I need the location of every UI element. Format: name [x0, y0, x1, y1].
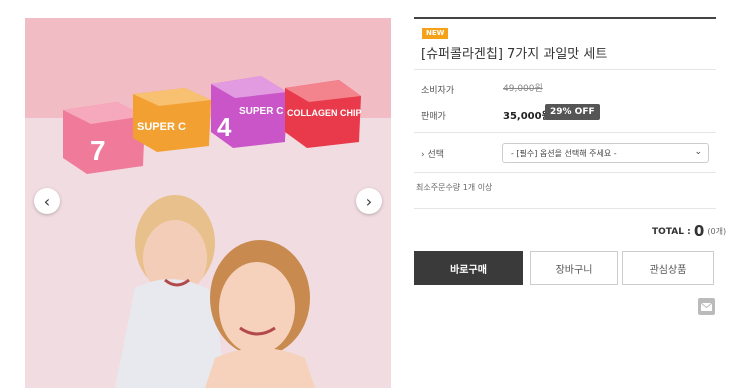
mail-icon: [701, 302, 712, 311]
total-price: TOTAL : 0 (0개): [652, 222, 726, 240]
min-order-text: 최소주문수량 1개 이상: [416, 183, 493, 192]
divider: [414, 208, 716, 209]
new-badge: NEW: [422, 28, 449, 39]
sale-price: 35,000원: [503, 111, 551, 122]
divider: [414, 69, 716, 70]
svg-text:SUPER C: SUPER C: [137, 121, 186, 133]
sale-price-label: 판매가: [421, 112, 446, 122]
product-image-gallery: 7 SUPER C 4 SUPER C COLLAGEN CHIP ‹ ›: [25, 18, 391, 388]
total-value: 0: [693, 222, 705, 240]
gallery-next-button[interactable]: ›: [356, 188, 382, 214]
svg-text:SUPER C: SUPER C: [239, 106, 283, 117]
option-select-value: - [필수] 옵션을 선택해 주세요 -: [511, 149, 617, 158]
product-photo: 7 SUPER C 4 SUPER C COLLAGEN CHIP: [63, 76, 362, 388]
divider: [414, 132, 716, 133]
mail-share-button[interactable]: [698, 298, 715, 315]
svg-text:COLLAGEN CHIP: COLLAGEN CHIP: [287, 108, 362, 118]
divider: [414, 172, 716, 173]
buy-now-button[interactable]: 바로구매: [414, 251, 523, 285]
product-title: [슈퍼콜라겐칩] 7가지 과일맛 세트: [421, 47, 608, 62]
product-boxes: 7 SUPER C 4 SUPER C COLLAGEN CHIP: [63, 76, 362, 174]
option-select[interactable]: - [필수] 옵션을 선택해 주세요 - ⌄: [502, 143, 709, 163]
consumer-price: 49,000원: [503, 84, 543, 94]
consumer-price-label: 소비자가: [421, 86, 455, 96]
svg-text:7: 7: [90, 135, 106, 166]
total-label: TOTAL :: [652, 227, 691, 237]
option-label: › 선택: [421, 150, 445, 160]
add-to-cart-button[interactable]: 장바구니: [530, 251, 618, 285]
gallery-prev-button[interactable]: ‹: [34, 188, 60, 214]
chevron-right-icon: ›: [365, 191, 373, 211]
mother-daughter-photo: [115, 195, 315, 388]
discount-badge: 29% OFF: [545, 104, 600, 120]
total-count: (0개): [707, 227, 727, 236]
chevron-left-icon: ‹: [43, 191, 51, 211]
svg-text:4: 4: [217, 112, 232, 142]
info-top-divider: [414, 17, 716, 19]
chevron-down-icon: ⌄: [694, 147, 702, 157]
wishlist-button[interactable]: 관심상품: [622, 251, 714, 285]
